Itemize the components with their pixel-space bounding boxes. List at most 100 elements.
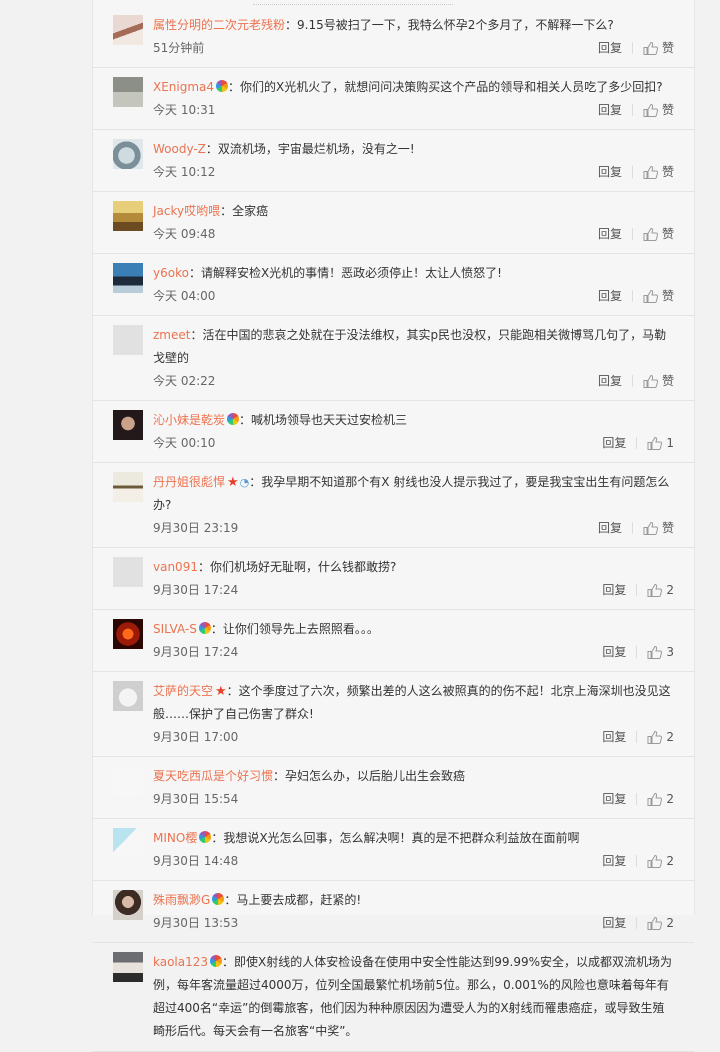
- comment-content: ：孕妇怎么办，以后胎儿出生会致癌: [273, 769, 466, 783]
- like-button[interactable]: 赞: [643, 223, 674, 245]
- avatar[interactable]: [113, 619, 143, 649]
- like-button[interactable]: 3: [647, 641, 674, 663]
- like-button[interactable]: 2: [647, 912, 674, 934]
- username-link[interactable]: Jacky哎哟喂: [153, 204, 220, 218]
- comment-meta: 今天 02:22 回复 赞: [153, 370, 674, 392]
- username-link[interactable]: 夏天吃西瓜是个好习惯: [153, 769, 273, 783]
- reply-button[interactable]: 回复: [602, 436, 626, 450]
- comment-list: 属性分明的二次元老残粉：9.15号被扫了一下，我特么怀孕2个多月了，不解释一下么…: [93, 6, 694, 1052]
- reply-button[interactable]: 回复: [598, 103, 622, 117]
- like-count: 赞: [661, 165, 674, 179]
- comment-meta: 今天 10:31 回复 赞: [153, 99, 674, 121]
- thumbs-up-icon: [643, 289, 662, 303]
- reply-button[interactable]: 回复: [602, 730, 626, 744]
- reply-button[interactable]: 回复: [598, 41, 622, 55]
- reply-button[interactable]: 回复: [598, 227, 622, 241]
- comment-item: y6oko：请解释安检X光机的事情！恶政必须停止！太让人愤怒了! 今天 04:00…: [93, 254, 694, 316]
- avatar[interactable]: [113, 472, 143, 502]
- username-link[interactable]: MINO樱: [153, 831, 197, 845]
- like-button[interactable]: 赞: [643, 99, 674, 121]
- comment-meta: 9月30日 23:19 回复 赞: [153, 517, 674, 539]
- username-link[interactable]: zmeet: [153, 328, 190, 342]
- comment-time: 9月30日 15:54: [153, 792, 239, 806]
- comment-content: ：活在中国的悲哀之处就在于没法维权，其实p民也没权，只能跑相关微博骂几句了，马勒…: [153, 328, 667, 365]
- reply-button[interactable]: 回复: [602, 916, 626, 930]
- avatar[interactable]: [113, 557, 143, 587]
- like-button[interactable]: 赞: [643, 517, 674, 539]
- like-button[interactable]: 赞: [643, 370, 674, 392]
- avatar[interactable]: [113, 263, 143, 293]
- comment-item: 殊雨飘渺G ：马上要去成都，赶紧的! 9月30日 13:53 回复 2: [93, 881, 694, 943]
- avatar[interactable]: [113, 681, 143, 711]
- reply-button[interactable]: 回复: [598, 521, 622, 535]
- comment-content: ：即使X射线的人体安检设备在使用中安全性能达到99.99%安全，以成都双流机场为…: [153, 955, 673, 1038]
- avatar[interactable]: [113, 201, 143, 231]
- comment-text: MINO樱 ：我想说X光怎么回事，怎么解决啊！真的是不把群众利益放在面前啊: [153, 827, 674, 850]
- username-link[interactable]: kaola123: [153, 955, 208, 969]
- thumbs-up-icon: [643, 227, 662, 241]
- comment-content: ：请解释安检X光机的事情！恶政必须停止！太让人愤怒了!: [188, 266, 502, 280]
- like-button[interactable]: 赞: [643, 37, 674, 59]
- avatar[interactable]: [113, 15, 143, 45]
- avatar[interactable]: [113, 139, 143, 169]
- username-link[interactable]: 艾萨的天空: [153, 684, 213, 698]
- comment-text: y6oko：请解释安检X光机的事情！恶政必须停止！太让人愤怒了!: [153, 262, 674, 285]
- username-link[interactable]: Woody-Z: [153, 142, 206, 156]
- like-button[interactable]: 2: [647, 850, 674, 872]
- comment-actions: 回复 赞: [598, 223, 674, 245]
- ring-badge-icon: ◔: [239, 476, 250, 489]
- username-link[interactable]: van091: [153, 560, 198, 574]
- reply-button[interactable]: 回复: [598, 374, 622, 388]
- divider: [636, 793, 638, 805]
- avatar[interactable]: [113, 766, 143, 796]
- comment-text: XEnigma4 ：你们的X光机火了，就想问问决策购买这个产品的领导和相关人员吃了…: [153, 76, 674, 99]
- username-link[interactable]: XEnigma4: [153, 80, 214, 94]
- comment-content: ：喊机场领导也天天过安检机三: [239, 413, 408, 427]
- like-button[interactable]: 2: [647, 788, 674, 810]
- divider: [631, 522, 633, 534]
- comment-actions: 回复 赞: [598, 37, 674, 59]
- reply-button[interactable]: 回复: [598, 165, 622, 179]
- rainbow-badge-icon: [210, 955, 223, 967]
- comment-item: 丹丹姐很彪悍 ★◔：我孕早期不知道那个有X 射线也没人提示我过了，要是我宝宝出生有…: [93, 463, 694, 548]
- reply-button[interactable]: 回复: [602, 645, 626, 659]
- username-link[interactable]: 属性分明的二次元老残粉: [153, 18, 285, 32]
- like-button[interactable]: 2: [647, 579, 674, 601]
- comment-content: ：让你们领导先上去照照看。。。: [210, 622, 379, 636]
- reply-button[interactable]: 回复: [598, 289, 622, 303]
- comment-meta: 9月30日 17:24 回复 2: [153, 579, 674, 601]
- avatar[interactable]: [113, 325, 143, 355]
- username-link[interactable]: y6oko: [153, 266, 189, 280]
- avatar[interactable]: [113, 828, 143, 858]
- username-link[interactable]: 沁小妹是乾炭: [153, 413, 225, 427]
- like-button[interactable]: 1: [647, 432, 674, 454]
- avatar[interactable]: [113, 77, 143, 107]
- divider: [631, 228, 633, 240]
- reply-button[interactable]: 回复: [602, 792, 626, 806]
- like-count: 2: [666, 583, 674, 597]
- comment-meta: 今天 10:12 回复 赞: [153, 161, 674, 183]
- thumbs-up-icon: [643, 165, 662, 179]
- username-link[interactable]: SILVA-S: [153, 622, 197, 636]
- comment-time: 今天 00:10: [153, 436, 216, 450]
- like-button[interactable]: 赞: [643, 161, 674, 183]
- reply-button[interactable]: 回复: [602, 854, 626, 868]
- comment-text: zmeet：活在中国的悲哀之处就在于没法维权，其实p民也没权，只能跑相关微博骂几…: [153, 324, 674, 370]
- thumbs-up-icon: [647, 436, 666, 450]
- avatar[interactable]: [113, 952, 143, 982]
- username-link[interactable]: 丹丹姐很彪悍: [153, 475, 225, 489]
- reply-button[interactable]: 回复: [602, 583, 626, 597]
- comment-text: SILVA-S ：让你们领导先上去照照看。。。: [153, 618, 674, 641]
- like-count: 1: [666, 436, 674, 450]
- thumbs-up-icon: [647, 583, 666, 597]
- comment-item: 属性分明的二次元老残粉：9.15号被扫了一下，我特么怀孕2个多月了，不解释一下么…: [93, 6, 694, 68]
- avatar[interactable]: [113, 890, 143, 920]
- username-link[interactable]: 殊雨飘渺G: [153, 893, 210, 907]
- avatar[interactable]: [113, 410, 143, 440]
- thumbs-up-icon: [643, 374, 662, 388]
- like-button[interactable]: 2: [647, 726, 674, 748]
- comment-item: SILVA-S ：让你们领导先上去照照看。。。 9月30日 17:24 回复 3: [93, 610, 694, 672]
- comment-meta: 今天 00:10 回复 1: [153, 432, 674, 454]
- comment-content: ：你们的X光机火了，就想问问决策购买这个产品的领导和相关人员吃了多少回扣?: [228, 80, 663, 94]
- like-button[interactable]: 赞: [643, 285, 674, 307]
